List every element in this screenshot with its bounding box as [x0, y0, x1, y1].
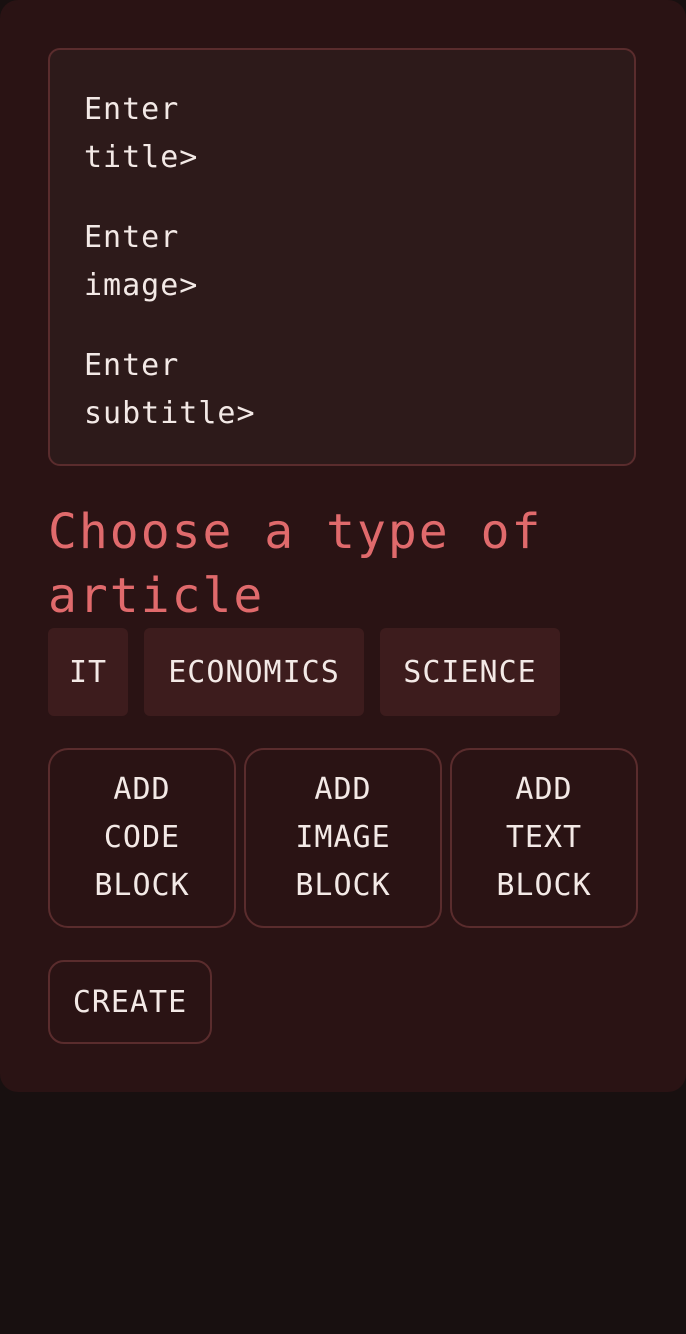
add-text-block-line-3: BLOCK [496, 868, 592, 903]
add-image-block-line-2: IMAGE [295, 820, 391, 855]
image-input[interactable]: Enter image> [84, 214, 344, 310]
add-text-block-line-2: TEXT [505, 820, 583, 855]
title-input-line-2: title> [84, 140, 199, 175]
add-text-block-button[interactable]: ADD TEXT BLOCK [450, 748, 638, 928]
image-input-line-1: Enter [84, 220, 180, 255]
type-science-button[interactable]: SCIENCE [380, 628, 560, 716]
article-editor-card: Enter title> Enter image> Enter subtitle… [0, 0, 686, 1092]
add-code-block-line-1: ADD [113, 772, 171, 807]
type-economics-button[interactable]: ECONOMICS [144, 628, 364, 716]
add-image-block-line-3: BLOCK [295, 868, 391, 903]
subtitle-input-line-1: Enter [84, 348, 180, 383]
add-image-block-line-1: ADD [314, 772, 372, 807]
image-input-line-2: image> [84, 268, 199, 303]
type-it-button[interactable]: IT [48, 628, 128, 716]
add-image-block-button[interactable]: ADD IMAGE BLOCK [244, 748, 442, 928]
create-button[interactable]: CREATE [48, 960, 212, 1044]
add-code-block-line-2: CODE [103, 820, 181, 855]
article-type-heading: Choose a type of article [48, 504, 543, 624]
title-input-line-1: Enter [84, 92, 180, 127]
title-input[interactable]: Enter title> [84, 86, 344, 182]
subtitle-input-line-2: subtitle> [84, 396, 256, 431]
add-code-block-button[interactable]: ADD CODE BLOCK [48, 748, 236, 928]
add-text-block-line-1: ADD [515, 772, 573, 807]
add-code-block-line-3: BLOCK [94, 868, 190, 903]
subtitle-input[interactable]: Enter subtitle> [84, 342, 344, 438]
article-header-inputs: Enter title> Enter image> Enter subtitle… [48, 48, 636, 466]
